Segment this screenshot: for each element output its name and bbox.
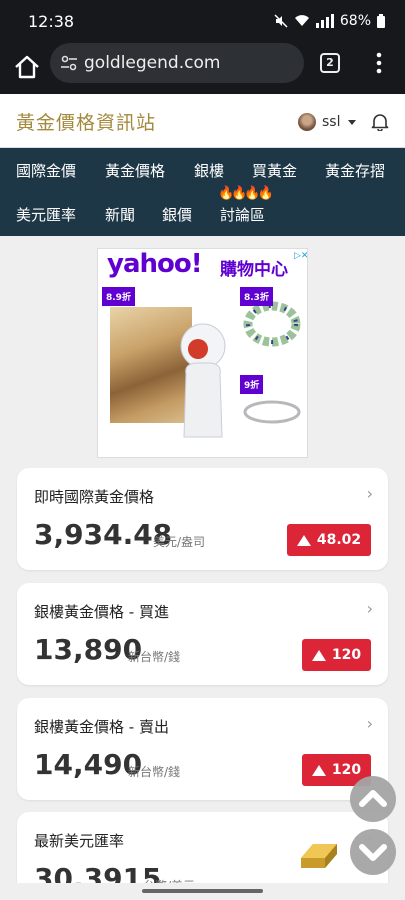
- discount-badge: 8.9折: [102, 287, 135, 306]
- site-settings-icon[interactable]: [60, 54, 78, 72]
- wifi-icon: [294, 15, 309, 26]
- arrow-up-icon: [311, 649, 326, 661]
- price-card-sell[interactable]: 銀樓黃金價格 - 賣出 › 14,490 新台幣/錢 120: [17, 698, 388, 800]
- discount-badge: 9折: [240, 375, 264, 394]
- avatar: [298, 113, 316, 131]
- card-title: 銀樓黃金價格 - 賣出: [34, 718, 169, 736]
- site-header: 黃金價格資訊站 ssl: [0, 94, 405, 148]
- change-value: 48.02: [316, 532, 362, 548]
- price-value: 14,490: [34, 748, 143, 781]
- ad-store-name: 購物中心: [220, 260, 288, 280]
- yahoo-logo: yahoo!: [107, 249, 203, 279]
- mute-icon: [274, 14, 288, 28]
- chevron-down-icon: [348, 119, 357, 125]
- chevron-right-icon: ›: [366, 484, 373, 503]
- price-unit: 新台幣/錢: [128, 650, 181, 664]
- nav-item-news[interactable]: 新聞: [105, 204, 135, 225]
- nav-item-buy-gold[interactable]: 買黃金: [252, 160, 297, 181]
- advertisement-banner[interactable]: yahoo! 購物中心 ▷✕ 8.9折 8.3折 9折: [97, 248, 308, 458]
- nav-item-gold-passbook[interactable]: 黃金存摺: [325, 160, 385, 181]
- browser-toolbar: goldlegend.com 2: [0, 42, 405, 94]
- gold-bar-icon: [301, 844, 337, 868]
- discount-badge: 8.3折: [240, 287, 273, 306]
- change-value: 120: [331, 647, 362, 663]
- nav-item-jewelry-store[interactable]: 銀樓: [194, 160, 224, 181]
- price-value: 3,934.48: [34, 518, 173, 551]
- signal-icon: [315, 14, 334, 28]
- tab-switcher-button[interactable]: 2: [320, 53, 340, 73]
- chevron-right-icon: ›: [366, 599, 373, 618]
- ad-product-bangle: [243, 400, 301, 424]
- clock: 12:38: [28, 12, 75, 31]
- scroll-down-button[interactable]: [350, 829, 396, 875]
- main-nav: 國際金價 黃金價格 銀樓 買黃金 黃金存摺 美元匯率 新聞 銀價 討論區: [0, 148, 405, 236]
- arrow-up-icon: [311, 764, 326, 776]
- nav-item-silver-price[interactable]: 銀價: [162, 204, 192, 225]
- price-value: 13,890: [34, 633, 143, 666]
- more-menu-icon[interactable]: [370, 51, 388, 75]
- address-bar[interactable]: goldlegend.com: [50, 43, 304, 83]
- site-title[interactable]: 黃金價格資訊站: [16, 108, 156, 135]
- chevron-right-icon: ›: [366, 714, 373, 733]
- fire-icon: 🔥🔥🔥🔥: [218, 186, 274, 201]
- card-title: 最新美元匯率: [34, 832, 125, 850]
- user-menu[interactable]: ssl: [298, 113, 357, 131]
- arrow-up-icon: [296, 534, 311, 546]
- status-icons: 68%: [274, 13, 385, 29]
- card-title: 銀樓黃金價格 - 買進: [34, 603, 169, 621]
- chevron-down-icon: [359, 844, 387, 861]
- price-unit: 新台幣/錢: [128, 765, 181, 779]
- price-unit: 美元/盎司: [153, 535, 206, 549]
- system-gesture-bar: [0, 883, 405, 900]
- username: ssl: [322, 114, 341, 130]
- nav-item-gold-price[interactable]: 黃金價格: [105, 160, 165, 181]
- adchoices-icon[interactable]: ▷✕: [294, 251, 307, 261]
- nav-item-forum[interactable]: 討論區: [220, 204, 265, 225]
- home-gesture-handle[interactable]: [142, 889, 263, 893]
- chevron-up-icon: [359, 790, 387, 807]
- nav-item-usd-rate[interactable]: 美元匯率: [16, 204, 76, 225]
- ad-product-bottle: [180, 323, 226, 438]
- nav-item-international-gold[interactable]: 國際金價: [16, 160, 76, 181]
- change-badge: 120: [302, 639, 371, 671]
- scroll-up-button[interactable]: [350, 776, 396, 822]
- battery-percent: 68%: [339, 13, 371, 29]
- url-text: goldlegend.com: [84, 53, 221, 73]
- price-card-buy[interactable]: 銀樓黃金價格 - 買進 › 13,890 新台幣/錢 120: [17, 583, 388, 685]
- card-title: 即時國際黃金價格: [34, 488, 155, 506]
- status-bar: 12:38 68%: [0, 0, 405, 42]
- battery-icon: [377, 14, 385, 28]
- change-badge: 48.02: [287, 524, 371, 556]
- bell-icon[interactable]: [371, 112, 389, 131]
- home-icon[interactable]: [12, 52, 42, 82]
- price-card-international-gold[interactable]: 即時國際黃金價格 › 3,934.48 美元/盎司 48.02: [17, 468, 388, 570]
